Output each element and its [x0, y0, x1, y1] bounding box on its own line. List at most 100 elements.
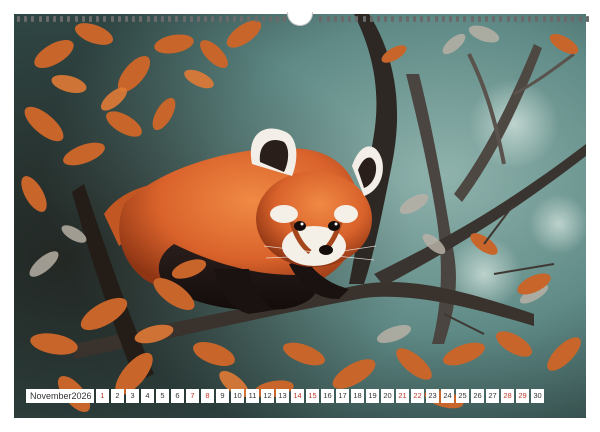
binding-ring [449, 16, 452, 22]
day-cell: 7 [186, 389, 199, 403]
binding-ring [355, 16, 359, 22]
day-cell: 15 [306, 389, 319, 403]
binding-ring [384, 16, 388, 22]
binding-ring [74, 16, 78, 22]
binding-ring [24, 16, 28, 22]
binding-ring [441, 16, 445, 22]
binding-ring [197, 16, 200, 22]
day-cell: 4 [141, 389, 154, 403]
binding-ring [53, 16, 56, 22]
binding-ring [146, 16, 150, 22]
binding-ring [341, 16, 344, 22]
binding-ring [420, 16, 424, 22]
binding-ring [542, 16, 546, 22]
day-cell: 16 [321, 389, 334, 403]
binding-ring [96, 16, 100, 22]
binding-ring [585, 16, 589, 22]
binding-ring [261, 16, 265, 22]
day-cell: 9 [216, 389, 229, 403]
binding-ring [369, 16, 373, 22]
binding-ring [499, 16, 503, 22]
binding-ring [247, 16, 251, 22]
day-cell: 25 [456, 389, 469, 403]
day-cell: 27 [486, 389, 499, 403]
binding-ring [204, 16, 208, 22]
binding-ring [456, 16, 460, 22]
binding-ring [31, 16, 35, 22]
day-cell: 28 [501, 389, 514, 403]
day-cell: 17 [336, 389, 349, 403]
binding-ring [225, 16, 229, 22]
day-cell: 11 [246, 389, 259, 403]
day-cell: 5 [156, 389, 169, 403]
binding-ring [413, 16, 416, 22]
binding-ring [557, 16, 560, 22]
binding-ring [528, 16, 532, 22]
binding-ring [168, 16, 172, 22]
binding-ring [391, 16, 395, 22]
binding-ring [506, 16, 510, 22]
binding-ring [175, 16, 179, 22]
binding-ring [513, 16, 517, 22]
binding-ring [125, 16, 128, 22]
binding-ring [485, 16, 488, 22]
binding-ring [427, 16, 431, 22]
binding-ring [477, 16, 481, 22]
red-panda-photo [14, 14, 586, 418]
day-cell: 19 [366, 389, 379, 403]
day-cell: 26 [471, 389, 484, 403]
binding-ring [578, 16, 582, 22]
calendar-page: November 2026 1 2 3 4 5 6 7 8 9 10 11 12 13 14 15 16 17 1… [0, 0, 600, 432]
binding-ring [269, 16, 272, 22]
binding-ring [81, 16, 85, 22]
binding-ring [89, 16, 92, 22]
day-cell: 6 [171, 389, 184, 403]
binding-ring [60, 16, 64, 22]
day-cell: 10 [231, 389, 244, 403]
day-cell: 13 [276, 389, 289, 403]
binding-ring [535, 16, 539, 22]
binding-ring [132, 16, 136, 22]
binding-ring [549, 16, 553, 22]
binding-ring [348, 16, 352, 22]
binding-ring [276, 16, 280, 22]
binding-ring [139, 16, 143, 22]
binding-ring [463, 16, 467, 22]
day-cell: 8 [201, 389, 214, 403]
binding-ring [283, 16, 287, 22]
binding-ring [434, 16, 438, 22]
day-cell: 12 [261, 389, 274, 403]
binding-ring [254, 16, 258, 22]
binding-ring [38, 16, 42, 22]
binding-ring [161, 16, 164, 22]
day-cell: 29 [516, 389, 529, 403]
month-name: November [30, 391, 72, 401]
day-cell: 14 [291, 389, 304, 403]
binding-ring [67, 16, 71, 22]
binding-ring [319, 16, 323, 22]
binding-ring [492, 16, 496, 22]
binding-ring [405, 16, 409, 22]
day-cell: 23 [426, 389, 439, 403]
binding-ring [182, 16, 186, 22]
binding-ring [377, 16, 380, 22]
binding-ring [240, 16, 244, 22]
binding-ring [571, 16, 575, 22]
binding-ring [45, 16, 49, 22]
year: 2026 [71, 391, 92, 401]
day-cell: 3 [126, 389, 139, 403]
day-cell: 1 [96, 389, 109, 403]
calendar-strip: November 2026 1 2 3 4 5 6 7 8 9 10 11 12 13 14 15 16 17 1… [26, 389, 544, 403]
binding-ring [189, 16, 193, 22]
binding-ring [333, 16, 337, 22]
binding-ring [398, 16, 402, 22]
binding-ring [218, 16, 222, 22]
binding-ring [521, 16, 524, 22]
day-cell: 2 [111, 389, 124, 403]
day-cell: 18 [351, 389, 364, 403]
binding-ring [362, 16, 366, 22]
binding-ring [470, 16, 474, 22]
binding-ring [211, 16, 215, 22]
binding-ring [233, 16, 236, 22]
day-cell: 22 [411, 389, 424, 403]
